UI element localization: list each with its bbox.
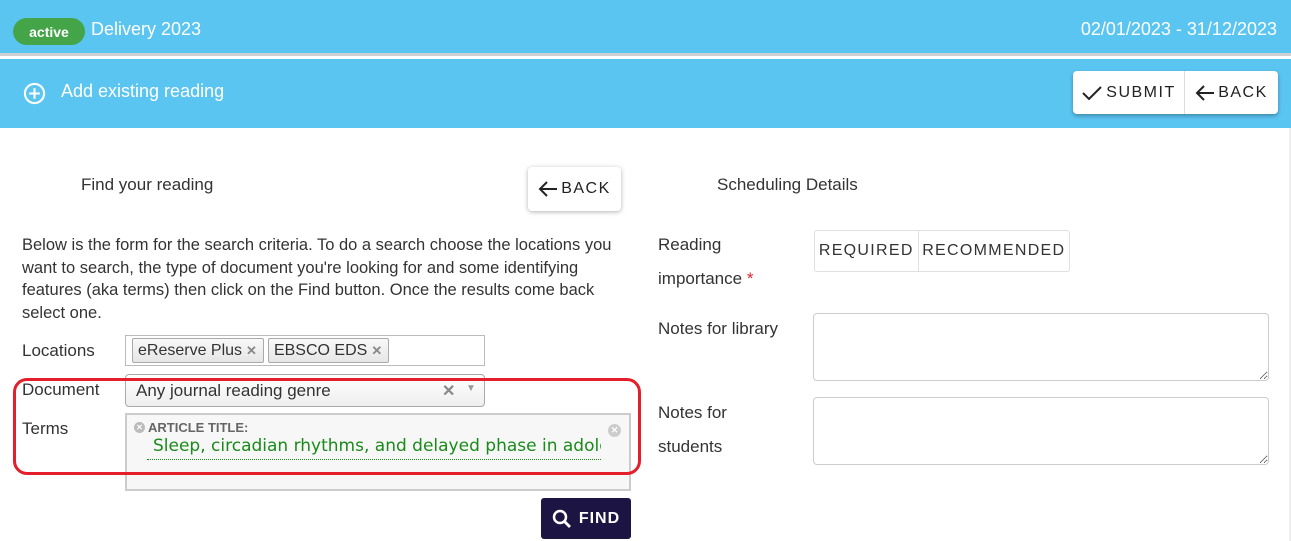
back-label: BACK — [1218, 83, 1268, 101]
label-line: importance — [658, 269, 743, 288]
location-chip: EBSCO EDS ✕ — [267, 338, 390, 363]
notes-library-field[interactable] — [813, 313, 1269, 381]
page-title: Add existing reading — [61, 81, 225, 101]
reading-importance-toggle: REQUIRED RECOMMENDED — [814, 230, 1070, 272]
terms-label: Terms — [22, 419, 69, 438]
document-label: Document — [22, 380, 100, 399]
find-section-title: Find your reading — [81, 175, 214, 194]
header-button-group: SUBMIT BACK — [1073, 71, 1278, 114]
location-chip-label: EBSCO EDS — [273, 341, 368, 359]
clear-selection-icon[interactable]: ✕ — [442, 381, 455, 401]
locations-label: Locations — [22, 341, 95, 360]
term-value[interactable]: Sleep, circadian rhythms, and delayed ph… — [147, 436, 601, 460]
chevron-down-icon[interactable]: ▼ — [466, 383, 476, 394]
submit-button[interactable]: SUBMIT — [1073, 71, 1185, 114]
notes-library-label: Notes for library — [658, 319, 778, 338]
notes-students-label: Notes for — [658, 403, 727, 422]
clear-terms-icon[interactable]: ✕ — [608, 424, 621, 437]
importance-option-recommended[interactable]: RECOMMENDED — [919, 231, 1069, 271]
add-circle-icon — [23, 82, 46, 105]
reading-importance-label: Reading — [658, 235, 721, 255]
notes-students-label-line2: students — [658, 437, 723, 456]
remove-term-icon[interactable]: ✕ — [134, 422, 145, 433]
submit-label: SUBMIT — [1106, 83, 1176, 101]
terms-input[interactable]: ✕ ARTICLE TITLE: Sleep, circadian rhythm… — [125, 413, 631, 491]
arrow-left-icon — [1195, 84, 1215, 101]
find-button[interactable]: FIND — [541, 498, 631, 539]
status-badge: active — [13, 18, 85, 45]
find-back-label: BACK — [561, 180, 611, 197]
find-label: FIND — [578, 509, 621, 527]
arrow-left-icon — [538, 181, 558, 197]
notes-students-field[interactable] — [813, 397, 1269, 465]
document-select-value: Any journal reading genre — [136, 380, 331, 400]
locations-multiselect[interactable]: eReserve Plus ✕ EBSCO EDS ✕ — [125, 335, 485, 366]
scheduling-section-title: Scheduling Details — [717, 175, 858, 194]
check-icon — [1082, 85, 1102, 100]
term-field-label: ARTICLE TITLE: — [148, 420, 249, 435]
search-instructions: Below is the form for the search criteri… — [22, 236, 612, 322]
location-chip-label: eReserve Plus — [138, 341, 243, 359]
remove-chip-icon[interactable]: ✕ — [371, 343, 382, 359]
importance-option-required[interactable]: REQUIRED — [815, 231, 919, 271]
delivery-header: active Delivery 2023 02/01/2023 - 31/12/… — [0, 0, 1291, 56]
search-icon — [552, 509, 571, 528]
date-range: 02/01/2023 - 31/12/2023 — [1080, 19, 1277, 39]
back-button[interactable]: BACK — [1185, 71, 1278, 114]
label-line: Reading — [658, 235, 722, 254]
action-bar: Add existing reading SUBMIT BACK — [0, 59, 1291, 128]
required-marker: * — [746, 269, 754, 288]
find-back-button[interactable]: BACK — [528, 167, 621, 211]
reading-importance-label-line2: importance * — [658, 269, 753, 289]
location-chip: eReserve Plus ✕ — [132, 338, 264, 363]
remove-chip-icon[interactable]: ✕ — [246, 343, 257, 359]
document-select[interactable]: Any journal reading genre ✕ ▼ — [125, 374, 485, 407]
delivery-title: Delivery 2023 — [91, 19, 202, 39]
